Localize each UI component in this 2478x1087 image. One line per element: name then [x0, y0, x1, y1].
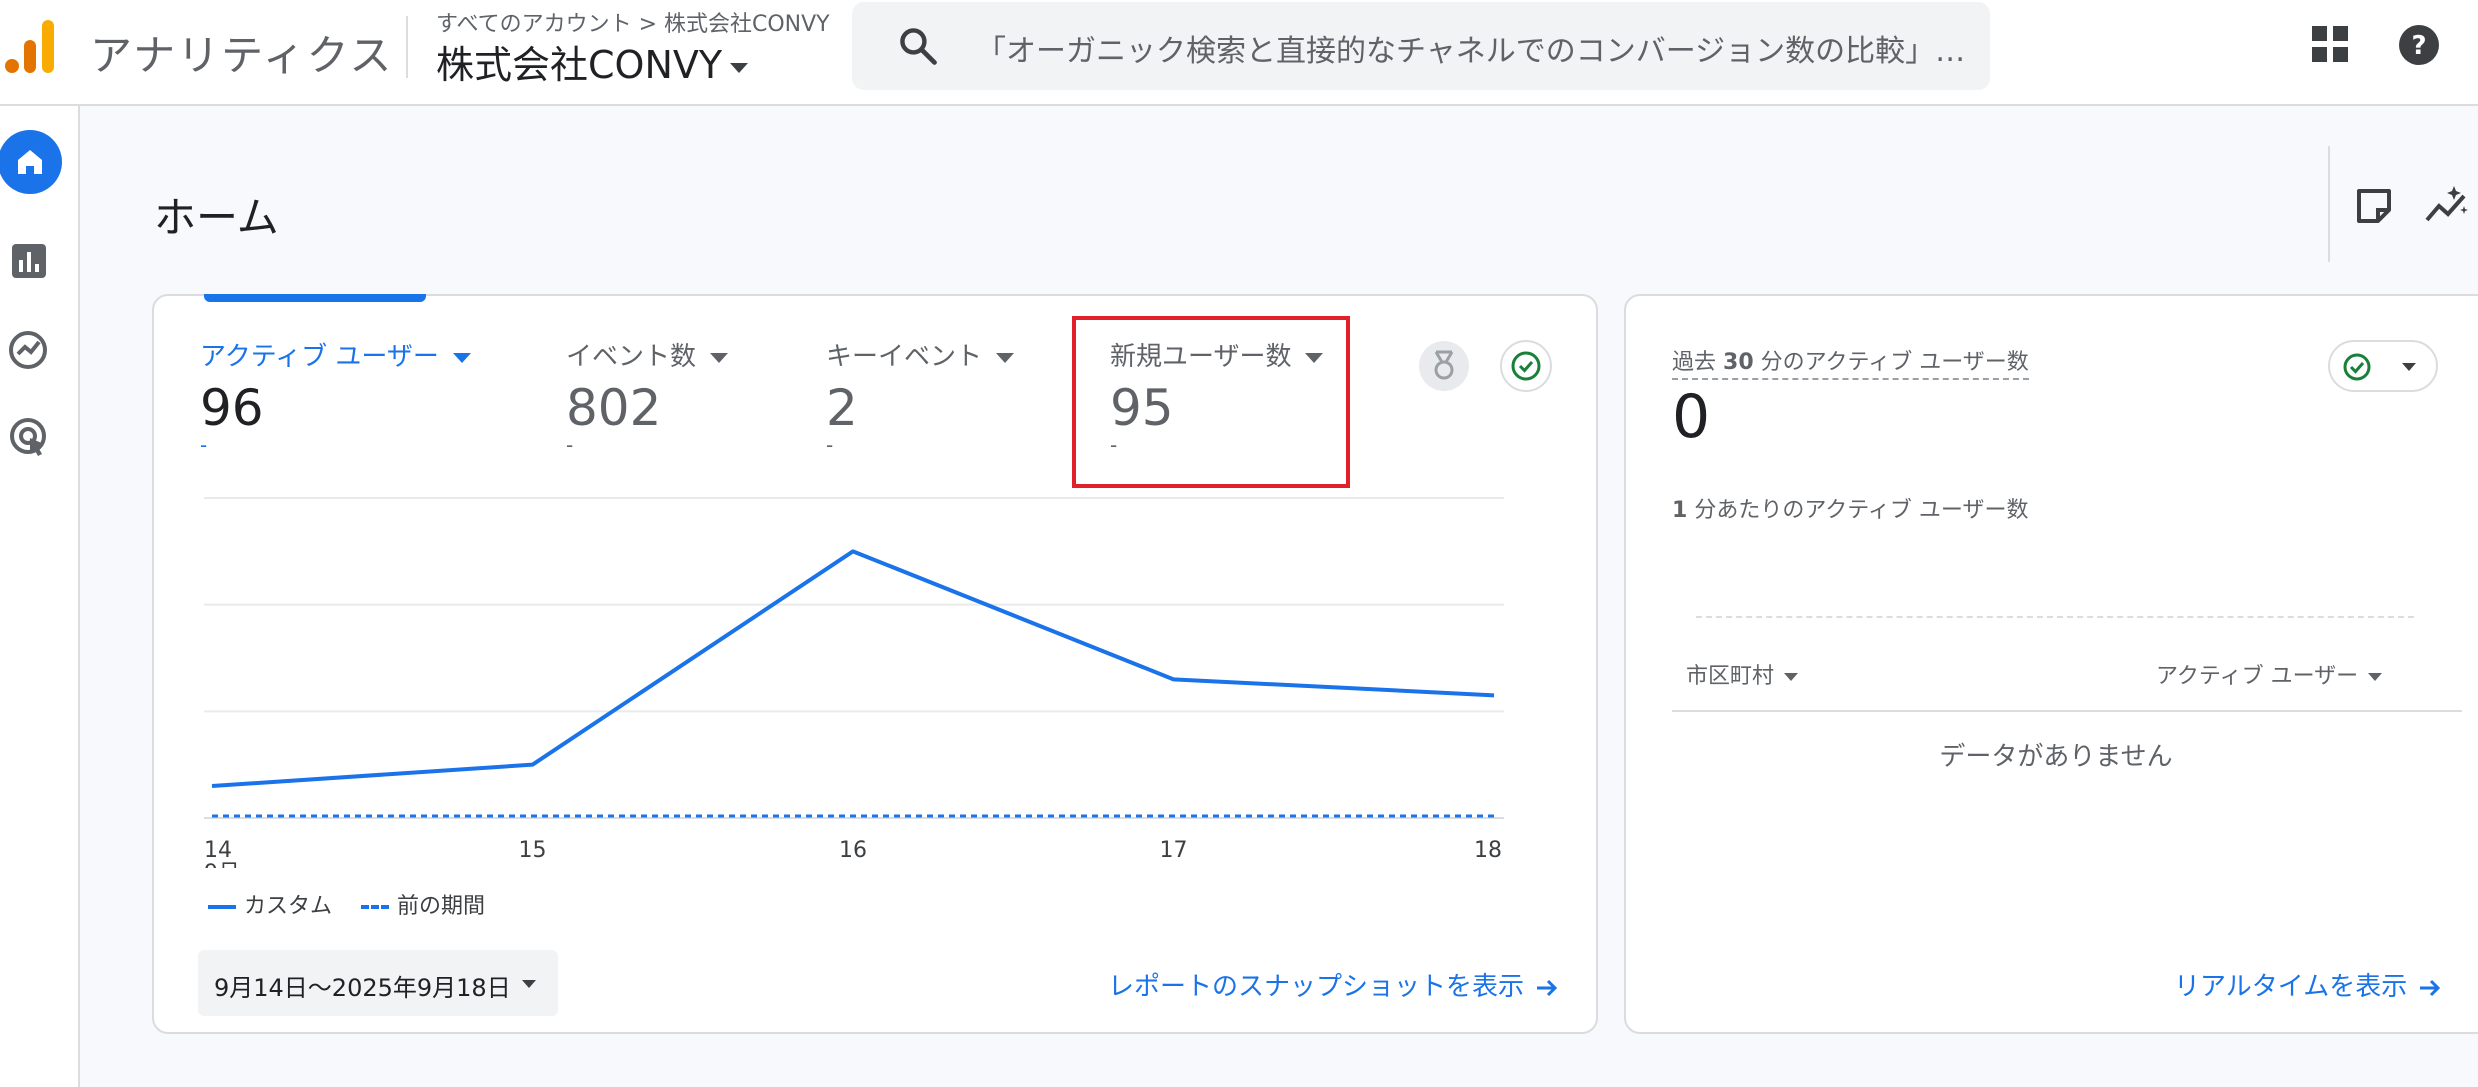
chevron-down-icon — [2402, 363, 2416, 371]
x-tick-sublabel: 9月 — [204, 861, 240, 868]
x-tick-label: 18 — [1474, 838, 1502, 863]
legend-swatch-solid — [208, 905, 236, 909]
date-range-label: 9月14日〜2025年9月18日 — [214, 974, 511, 1002]
search-icon — [900, 28, 937, 65]
x-tick-label: 17 — [1160, 838, 1188, 863]
overview-card: アクティブ ユーザー 96 - イベント数 802 - キーイベント 2 - 新… — [152, 294, 1598, 1034]
line-chart: 604020014151617189月 — [204, 497, 1504, 868]
chevron-down-icon — [452, 352, 471, 363]
metric-value: 802 — [566, 379, 662, 437]
insights-icon[interactable] — [2424, 182, 2470, 228]
app-title: アナリティクス — [90, 31, 394, 80]
svg-text:?: ? — [2411, 31, 2426, 61]
x-tick-label: 16 — [839, 838, 867, 863]
arrow-right-icon — [1537, 979, 1558, 996]
nav-home[interactable] — [0, 130, 62, 194]
realtime-value: 0 — [1672, 382, 1711, 452]
notes-icon[interactable] — [2354, 186, 2394, 226]
realtime-status-dropdown[interactable] — [2328, 340, 2438, 392]
chevron-down-icon — [710, 352, 729, 363]
help-icon[interactable]: ? — [2398, 24, 2440, 66]
reports-icon[interactable] — [0, 232, 60, 292]
metric-value: 96 — [200, 379, 264, 437]
sparkline-baseline — [1696, 616, 2414, 618]
insights-badge-icon[interactable] — [1418, 340, 1470, 392]
metric-event-count[interactable]: イベント数 802 - — [566, 336, 729, 457]
chevron-down-icon — [1784, 673, 1799, 681]
table-divider — [1672, 710, 2462, 712]
metric-value: 2 — [826, 379, 858, 437]
metric-active-users[interactable]: アクティブ ユーザー 96 - — [200, 336, 471, 457]
chart-legend: カスタム 前の期間 — [208, 888, 485, 920]
x-tick-label: 15 — [519, 838, 547, 863]
realtime-link[interactable]: リアルタイムを表示 — [2174, 966, 2443, 1003]
explore-icon[interactable] — [0, 320, 60, 380]
series-line-custom — [211, 549, 1495, 788]
metric-label: イベント数 — [566, 336, 729, 373]
snapshot-link-label: レポートのスナップショットを表示 — [1108, 972, 1525, 1002]
chevron-down-icon — [522, 980, 536, 988]
snapshot-link[interactable]: レポートのスナップショットを表示 — [1108, 966, 1560, 1003]
advertising-icon[interactable] — [0, 408, 60, 468]
search-input[interactable]: 「オーガニック検索と直接的なチャネルでのコンバージョン数の比較」と… — [976, 26, 1966, 70]
chevron-down-icon — [996, 352, 1015, 363]
legend-swatch-dashed — [361, 905, 390, 909]
chevron-down-icon — [2368, 673, 2383, 681]
column-header-city[interactable]: 市区町村 — [1686, 658, 1799, 690]
arrow-right-icon — [2420, 979, 2441, 996]
metric-key-events[interactable]: キーイベント 2 - — [826, 336, 1015, 457]
date-range-selector[interactable]: 9月14日〜2025年9月18日 — [198, 950, 558, 1016]
page-title: ホーム — [154, 193, 279, 242]
check-circle-icon — [2343, 353, 2371, 381]
legend-custom: カスタム — [244, 894, 333, 919]
header-divider — [406, 16, 408, 78]
property-selector[interactable]: 株式会社CONVY — [436, 34, 749, 89]
realtime-card: 過去 30 分のアクティブ ユーザー数 0 1 分あたりのアクティブ ユーザー数… — [1624, 294, 2478, 1034]
column-header-active-users[interactable]: アクティブ ユーザー — [2156, 658, 2383, 690]
x-tick-label: 14 — [204, 838, 232, 863]
check-circle-icon[interactable] — [1500, 340, 1552, 392]
empty-state: データがありません — [1939, 742, 2173, 772]
chevron-down-icon — [730, 62, 749, 73]
legend-previous: 前の期間 — [397, 894, 486, 919]
analytics-logo[interactable] — [4, 18, 56, 74]
search-bar[interactable]: 「オーガニック検索と直接的なチャネルでのコンバージョン数の比較」と… — [852, 2, 1990, 90]
header-divider — [2328, 146, 2330, 262]
realtime-link-label: リアルタイムを表示 — [2174, 972, 2408, 1002]
highlight-box — [1072, 316, 1350, 488]
metric-label: アクティブ ユーザー — [200, 336, 471, 373]
active-tab-indicator — [204, 294, 426, 302]
home-icon — [18, 150, 42, 174]
property-name: 株式会社CONVY — [436, 43, 723, 87]
top-bar: アナリティクス すべてのアカウント > 株式会社CONVY 株式会社CONVY … — [0, 0, 2478, 106]
realtime-per-minute-label: 1 分あたりのアクティブ ユーザー数 — [1672, 498, 2029, 523]
apps-grid-icon[interactable] — [2312, 26, 2348, 62]
realtime-label[interactable]: 過去 30 分のアクティブ ユーザー数 — [1672, 344, 2029, 380]
metric-label: キーイベント — [826, 336, 1015, 373]
